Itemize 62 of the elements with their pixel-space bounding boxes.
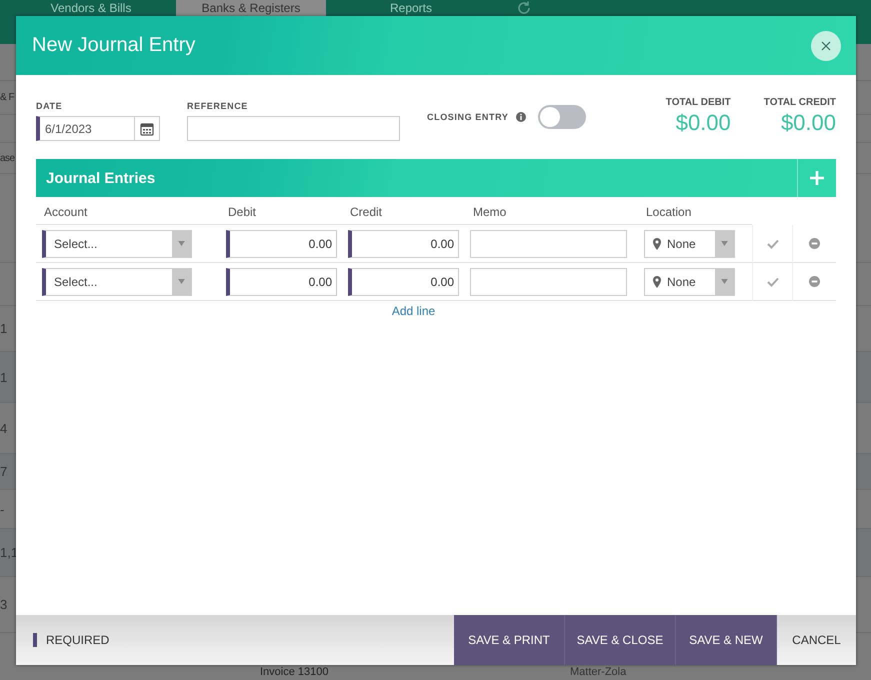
- background-amount: 3: [0, 597, 8, 612]
- caret-icon: [178, 279, 185, 284]
- plus-icon: [810, 171, 824, 185]
- memo-field[interactable]: [470, 230, 627, 258]
- info-icon: [516, 112, 526, 122]
- save-button[interactable]: SAVE & NEW: [676, 615, 777, 665]
- background-text: & F: [0, 92, 14, 103]
- dialog-title: New Journal Entry: [32, 34, 196, 57]
- background-amount: 1,1: [0, 545, 20, 560]
- location-dropdown[interactable]: None: [644, 230, 735, 258]
- account-dropdown[interactable]: Select...: [42, 230, 192, 258]
- required-legend: REQUIRED: [46, 633, 110, 647]
- background-text: ase: [0, 152, 15, 164]
- background-text: Matter-Zola: [570, 666, 626, 678]
- section-title: Journal Entries: [45, 170, 156, 186]
- caret-icon: [721, 241, 728, 246]
- column-header: Credit: [342, 197, 465, 225]
- total-label: TOTAL CREDIT: [764, 97, 836, 108]
- column-header: Memo: [465, 197, 638, 225]
- background-amount: 1: [0, 370, 8, 384]
- close-icon: [821, 40, 831, 50]
- checkmark-icon[interactable]: [766, 276, 778, 286]
- memo-field[interactable]: [470, 268, 627, 296]
- date-field[interactable]: 6/1/2023: [36, 116, 135, 141]
- background-amount: -: [0, 502, 6, 516]
- calendar-button[interactable]: [135, 116, 160, 141]
- close-button[interactable]: [811, 30, 841, 60]
- calendar-icon: [140, 122, 154, 136]
- credit-field[interactable]: 0.00: [348, 268, 459, 296]
- required-marker: [33, 633, 37, 647]
- checkmark-icon[interactable]: [766, 238, 778, 248]
- debit-field[interactable]: 0.00: [226, 230, 337, 258]
- total-amount: $0.00: [676, 110, 731, 136]
- column-header: Debit: [220, 197, 342, 225]
- refresh-icon[interactable]: [516, 0, 532, 16]
- cancel-button[interactable]: CANCEL: [777, 615, 856, 665]
- field-label: REFERENCE: [187, 101, 249, 111]
- background-amount: 4: [0, 420, 8, 436]
- location-dropdown[interactable]: None: [644, 268, 735, 296]
- field-label: DATE: [36, 101, 64, 111]
- column-header: Account: [36, 197, 220, 225]
- field-label: CLOSING ENTRY: [427, 112, 508, 122]
- toggle-switch[interactable]: [538, 105, 586, 129]
- save-button[interactable]: SAVE & PRINT: [454, 615, 565, 665]
- credit-field[interactable]: 0.00: [348, 230, 459, 258]
- reference-field[interactable]: [187, 116, 400, 141]
- background-amount: 7: [0, 464, 8, 479]
- background-amount: 1: [0, 321, 8, 336]
- account-dropdown[interactable]: Select...: [42, 268, 192, 296]
- total-amount: $0.00: [780, 110, 836, 136]
- pin-icon: [653, 276, 661, 288]
- background-text: Invoice 13100: [260, 666, 328, 678]
- debit-field[interactable]: 0.00: [226, 268, 337, 296]
- total-label: TOTAL DEBIT: [666, 97, 731, 108]
- add-line-link[interactable]: Add line: [392, 304, 436, 318]
- caret-icon: [721, 279, 728, 284]
- remove-icon[interactable]: [809, 276, 820, 287]
- save-button[interactable]: SAVE & CLOSE: [565, 615, 676, 665]
- remove-icon[interactable]: [809, 238, 820, 249]
- column-header: Location: [638, 197, 752, 225]
- caret-icon: [178, 241, 185, 246]
- pin-icon: [653, 238, 661, 250]
